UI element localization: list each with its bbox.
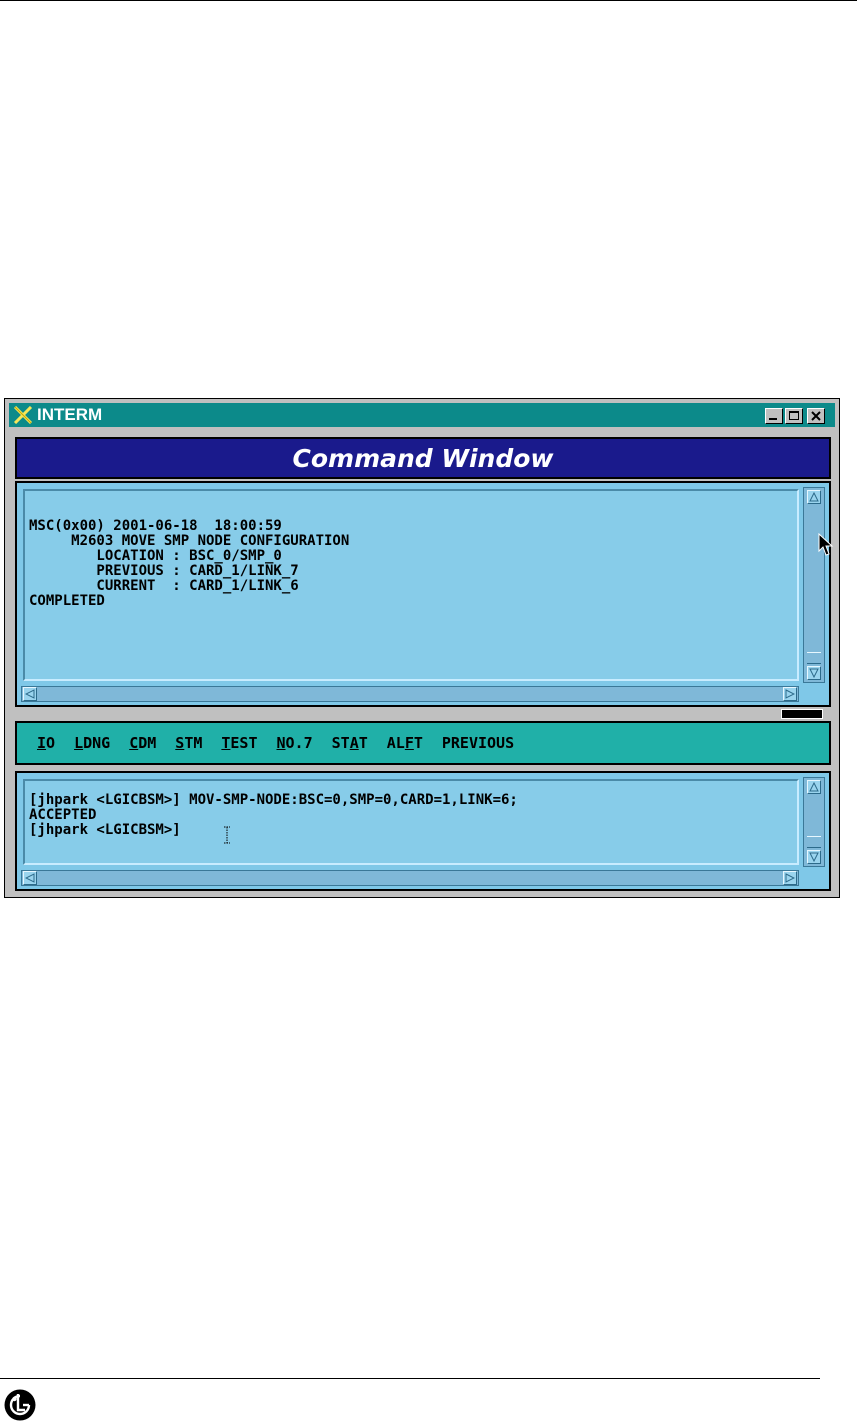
pane-splitter-handle[interactable]: [781, 709, 823, 719]
arrow-up-icon: [809, 782, 819, 792]
text-cursor-icon: [224, 826, 230, 844]
output-horizontal-scrollbar[interactable]: [21, 686, 799, 702]
scroll-down-button[interactable]: [807, 666, 821, 680]
command-menu-bar: IO LDNG CDM STM TEST NO.7 STAT ALFT PREVIOUS: [15, 721, 831, 765]
scroll-right-button[interactable]: [783, 687, 797, 701]
output-vertical-scrollbar[interactable]: [803, 487, 825, 683]
command-window-header: Command Window: [15, 437, 831, 479]
output-line: PREVIOUS : CARD_1/LINK_7: [29, 563, 299, 579]
output-line: M2603 MOVE SMP NODE CONFIGURATION: [29, 533, 350, 549]
output-line: MSC(0x00) 2001-06-18 18:00:59: [29, 518, 282, 534]
scroll-up-button[interactable]: [807, 780, 821, 794]
lg-logo-icon: [4, 1389, 36, 1421]
arrow-right-icon: [785, 873, 795, 883]
scroll-left-button[interactable]: [23, 687, 37, 701]
output-line: LOCATION : BSC_0/SMP_0: [29, 548, 282, 564]
scroll-thumb[interactable]: [807, 652, 821, 664]
output-text: MSC(0x00) 2001-06-18 18:00:59 M2603 MOVE…: [29, 519, 349, 609]
input-vertical-scrollbar[interactable]: [803, 777, 825, 867]
output-line: CURRENT : CARD_1/LINK_6: [29, 578, 299, 594]
minimize-button[interactable]: [765, 408, 783, 424]
input-line: [jhpark <LGICBSM>]: [29, 822, 190, 838]
scroll-thumb[interactable]: [807, 836, 821, 848]
minimize-icon: [769, 418, 777, 420]
menu-item-cdm[interactable]: CDM: [129, 734, 156, 752]
interm-window: INTERM Command Window MSC(0x00) 2001-06-…: [4, 398, 840, 898]
input-horizontal-scrollbar[interactable]: [21, 870, 799, 886]
arrow-right-icon: [785, 689, 795, 699]
output-line: COMPLETED: [29, 593, 105, 609]
menu-item-test[interactable]: TEST: [221, 734, 257, 752]
scroll-up-button[interactable]: [807, 490, 821, 504]
scroll-left-button[interactable]: [23, 871, 37, 885]
mouse-pointer-icon: [818, 533, 834, 556]
menu-item-alft[interactable]: ALFT: [387, 734, 423, 752]
bottom-rule: [0, 1378, 820, 1379]
arrow-left-icon: [25, 689, 35, 699]
arrow-down-icon: [809, 668, 819, 678]
menu-item-previous[interactable]: PREVIOUS: [442, 734, 514, 752]
close-icon: [811, 411, 821, 421]
window-title: INTERM: [37, 405, 103, 424]
top-rule: [0, 0, 857, 1]
output-text-area[interactable]: MSC(0x00) 2001-06-18 18:00:59 M2603 MOVE…: [23, 489, 799, 681]
menu-item-io[interactable]: IO: [37, 734, 55, 752]
output-pane: MSC(0x00) 2001-06-18 18:00:59 M2603 MOVE…: [15, 481, 831, 707]
command-window-title: Command Window: [292, 443, 554, 473]
menu-item-ldng[interactable]: LDNG: [74, 734, 110, 752]
close-button[interactable]: [807, 408, 825, 424]
x-window-icon: [13, 406, 33, 424]
arrow-up-icon: [809, 492, 819, 502]
menu-item-stm[interactable]: STM: [175, 734, 202, 752]
arrow-left-icon: [25, 873, 35, 883]
scroll-down-button[interactable]: [807, 850, 821, 864]
input-text: [jhpark <LGICBSM>] MOV-SMP-NODE:BSC=0,SM…: [29, 793, 518, 838]
menu-item-stat[interactable]: STAT: [332, 734, 368, 752]
input-text-area[interactable]: [jhpark <LGICBSM>] MOV-SMP-NODE:BSC=0,SM…: [23, 779, 799, 865]
input-line: ACCEPTED: [29, 807, 97, 823]
title-bar[interactable]: INTERM: [9, 403, 835, 427]
maximize-icon: [789, 411, 799, 420]
input-pane: [jhpark <LGICBSM>] MOV-SMP-NODE:BSC=0,SM…: [15, 771, 831, 891]
input-line: [jhpark <LGICBSM>] MOV-SMP-NODE:BSC=0,SM…: [29, 792, 518, 808]
scroll-right-button[interactable]: [783, 871, 797, 885]
maximize-button[interactable]: [785, 408, 803, 424]
menu-item-no7[interactable]: NO.7: [277, 734, 313, 752]
arrow-down-icon: [809, 852, 819, 862]
